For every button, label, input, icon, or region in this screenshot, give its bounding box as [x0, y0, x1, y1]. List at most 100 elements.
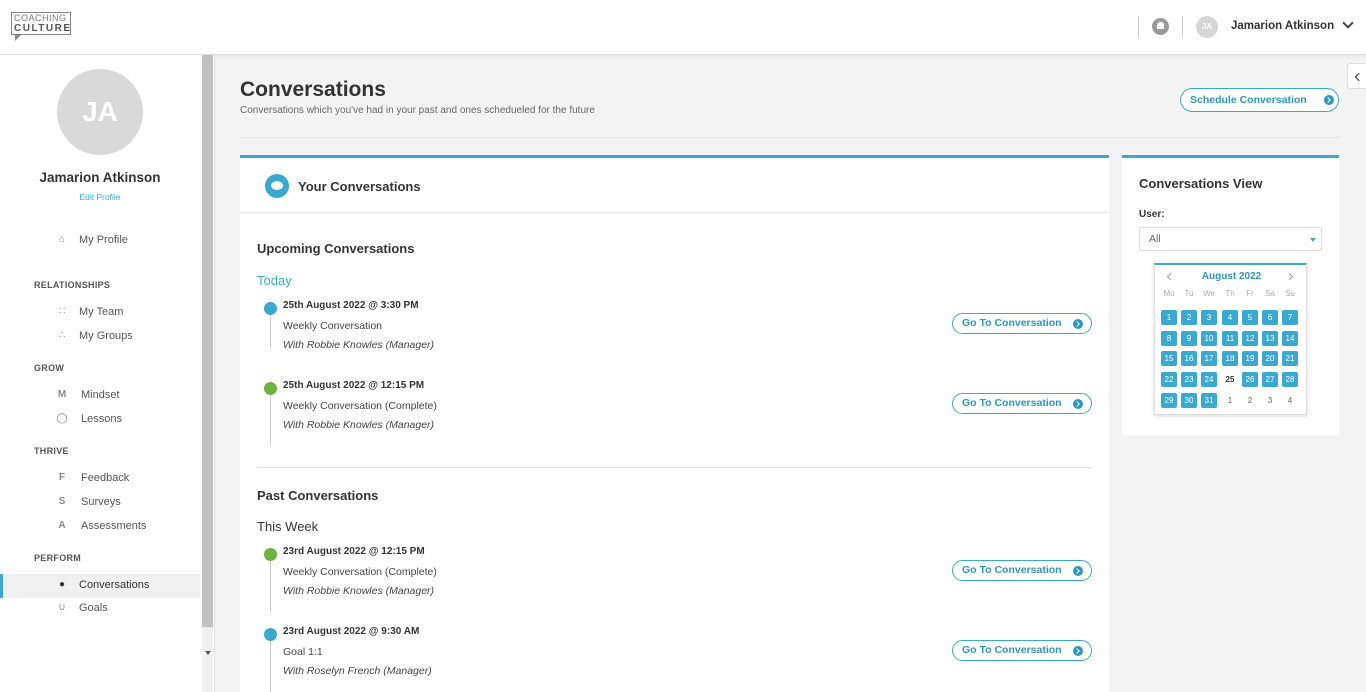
- calendar-day[interactable]: 26: [1242, 372, 1258, 387]
- calendar-day[interactable]: 3: [1262, 393, 1278, 408]
- sidebar-item-conversations[interactable]: ● Conversations: [0, 574, 200, 598]
- conversation-with: With Robbie Knowles (Manager): [283, 419, 435, 431]
- calendar-day[interactable]: 20: [1262, 351, 1278, 366]
- group-label-today: Today: [257, 273, 292, 288]
- go-to-conversation-button[interactable]: Go To Conversation: [952, 560, 1092, 581]
- schedule-conversation-button[interactable]: Schedule Conversation: [1180, 88, 1339, 112]
- go-to-conversation-label: Go To Conversation: [962, 564, 1062, 576]
- sidebar-item-assessments[interactable]: A Assessments: [0, 516, 200, 538]
- calendar-day[interactable]: 4: [1282, 393, 1298, 408]
- topbar-divider: [1182, 16, 1183, 38]
- calendar-day[interactable]: 17: [1201, 351, 1217, 366]
- collapse-panel-chevron-left-icon[interactable]: [1347, 63, 1366, 89]
- sidebar-item-label: My Groups: [79, 330, 133, 342]
- calendar-day[interactable]: 6: [1262, 310, 1278, 325]
- sidebar-item-my-team[interactable]: ∷ My Team: [0, 302, 200, 324]
- calendar-day[interactable]: 24: [1201, 372, 1217, 387]
- calendar-day[interactable]: 14: [1282, 331, 1298, 346]
- calendar-day[interactable]: 23: [1181, 372, 1197, 387]
- calendar-day[interactable]: 13: [1262, 331, 1278, 346]
- calendar-day[interactable]: 15: [1161, 351, 1177, 366]
- calendar-day[interactable]: 19: [1242, 351, 1258, 366]
- calendar-day[interactable]: 1: [1161, 310, 1177, 325]
- sidebar-item-feedback[interactable]: F Feedback: [0, 468, 200, 490]
- profile-name: Jamarion Atkinson: [39, 170, 161, 185]
- status-dot: [264, 628, 277, 641]
- calendar-day[interactable]: 31: [1201, 393, 1217, 408]
- user-filter-label: User:: [1139, 209, 1165, 220]
- calendar-day[interactable]: 11: [1222, 331, 1238, 346]
- topbar-divider: [1138, 16, 1139, 38]
- chat-icon: ●: [58, 579, 66, 590]
- calendar-day[interactable]: 2: [1242, 393, 1258, 408]
- status-dot: [264, 382, 277, 395]
- sidebar-item-my-groups[interactable]: ∴ My Groups: [0, 326, 200, 348]
- calendar-weekday-label: Tu: [1184, 289, 1194, 298]
- sidebar-item-label: Mindset: [81, 389, 120, 401]
- calendar-day[interactable]: 5: [1242, 310, 1258, 325]
- calendar-weekday-label: Fr: [1246, 289, 1254, 298]
- sidebar-item-goals[interactable]: ∪ Goals: [0, 598, 200, 620]
- mindset-icon: M: [57, 389, 67, 400]
- sidebar-item-lessons[interactable]: ◯ Lessons: [0, 409, 200, 431]
- go-to-conversation-button[interactable]: Go To Conversation: [952, 393, 1092, 414]
- sidebar: JA Jamarion Atkinson Edit Profile ⌂ My P…: [0, 55, 215, 692]
- calendar-day[interactable]: 7: [1282, 310, 1298, 325]
- calendar-day[interactable]: 21: [1282, 351, 1298, 366]
- user-filter-select[interactable]: All: [1139, 227, 1322, 251]
- scroll-down-arrow-icon[interactable]: [205, 651, 211, 655]
- chat-bubble-icon: [265, 174, 289, 198]
- calendar-day[interactable]: 12: [1242, 331, 1258, 346]
- calendar-weekday-label: Sa: [1265, 289, 1275, 298]
- coaching-culture-logo[interactable]: COACHING CULTURE: [11, 12, 73, 42]
- topbar-user-name[interactable]: Jamarion Atkinson: [1231, 20, 1334, 32]
- calendar-day[interactable]: 22: [1161, 372, 1177, 387]
- logo-line1: COACHING: [11, 12, 71, 23]
- calendar-day[interactable]: 9: [1181, 331, 1197, 346]
- edit-profile-link[interactable]: Edit Profile: [0, 192, 200, 202]
- go-to-conversation-label: Go To Conversation: [962, 397, 1062, 409]
- arrow-circle-right-icon: [1324, 95, 1334, 105]
- sidebar-item-surveys[interactable]: S Surveys: [0, 492, 200, 514]
- conversation-title: Weekly Conversation: [283, 320, 383, 332]
- lessons-icon: ◯: [56, 413, 68, 424]
- calendar-day[interactable]: 27: [1262, 372, 1278, 387]
- conversation-date: 25th August 2022 @ 3:30 PM: [283, 300, 419, 311]
- calendar-day[interactable]: 30: [1181, 393, 1197, 408]
- calendar-day[interactable]: 16: [1181, 351, 1197, 366]
- section-perform: PERFORM: [34, 553, 82, 563]
- panel-title: Your Conversations: [298, 179, 421, 194]
- topbar-avatar[interactable]: JA: [1196, 16, 1218, 38]
- user-menu-chevron-down-icon[interactable]: [1342, 17, 1354, 29]
- feedback-icon: F: [58, 472, 66, 483]
- arrow-circle-right-icon: [1073, 646, 1083, 656]
- calendar-day[interactable]: 3: [1201, 310, 1217, 325]
- calendar-day[interactable]: 8: [1161, 331, 1177, 346]
- sidebar-item-label: Goals: [79, 602, 108, 614]
- arrow-circle-right-icon: [1073, 566, 1083, 576]
- sidebar-scrollbar-thumb[interactable]: [202, 55, 213, 627]
- conversation-date: 25th August 2022 @ 12:15 PM: [283, 380, 425, 391]
- calendar-day[interactable]: 2: [1181, 310, 1197, 325]
- calendar-day[interactable]: 4: [1222, 310, 1238, 325]
- calendar-day[interactable]: 28: [1282, 372, 1298, 387]
- section-divider: [257, 467, 1092, 468]
- sidebar-item-mindset[interactable]: M Mindset: [0, 385, 200, 407]
- calendar-day[interactable]: 10: [1201, 331, 1217, 346]
- header-divider: [240, 137, 1339, 138]
- page-subtitle: Conversations which you've had in your p…: [240, 105, 595, 116]
- calendar-day[interactable]: 25: [1222, 372, 1238, 387]
- page-title: Conversations: [240, 78, 386, 101]
- sidebar-item-label: Feedback: [81, 472, 130, 484]
- calendar-day[interactable]: 1: [1222, 393, 1238, 408]
- go-to-conversation-button[interactable]: Go To Conversation: [952, 640, 1092, 661]
- arrow-circle-right-icon: [1073, 399, 1083, 409]
- sidebar-item-label: My Profile: [79, 234, 128, 246]
- calendar-day[interactable]: 29: [1161, 393, 1177, 408]
- sidebar-item-my-profile[interactable]: ⌂ My Profile: [0, 230, 200, 252]
- calendar-day[interactable]: 18: [1222, 351, 1238, 366]
- notifications-bell-icon[interactable]: [1152, 18, 1169, 35]
- conversation-date: 23rd August 2022 @ 12:15 PM: [283, 546, 425, 557]
- assessments-icon: A: [58, 520, 66, 531]
- go-to-conversation-button[interactable]: Go To Conversation: [952, 313, 1092, 334]
